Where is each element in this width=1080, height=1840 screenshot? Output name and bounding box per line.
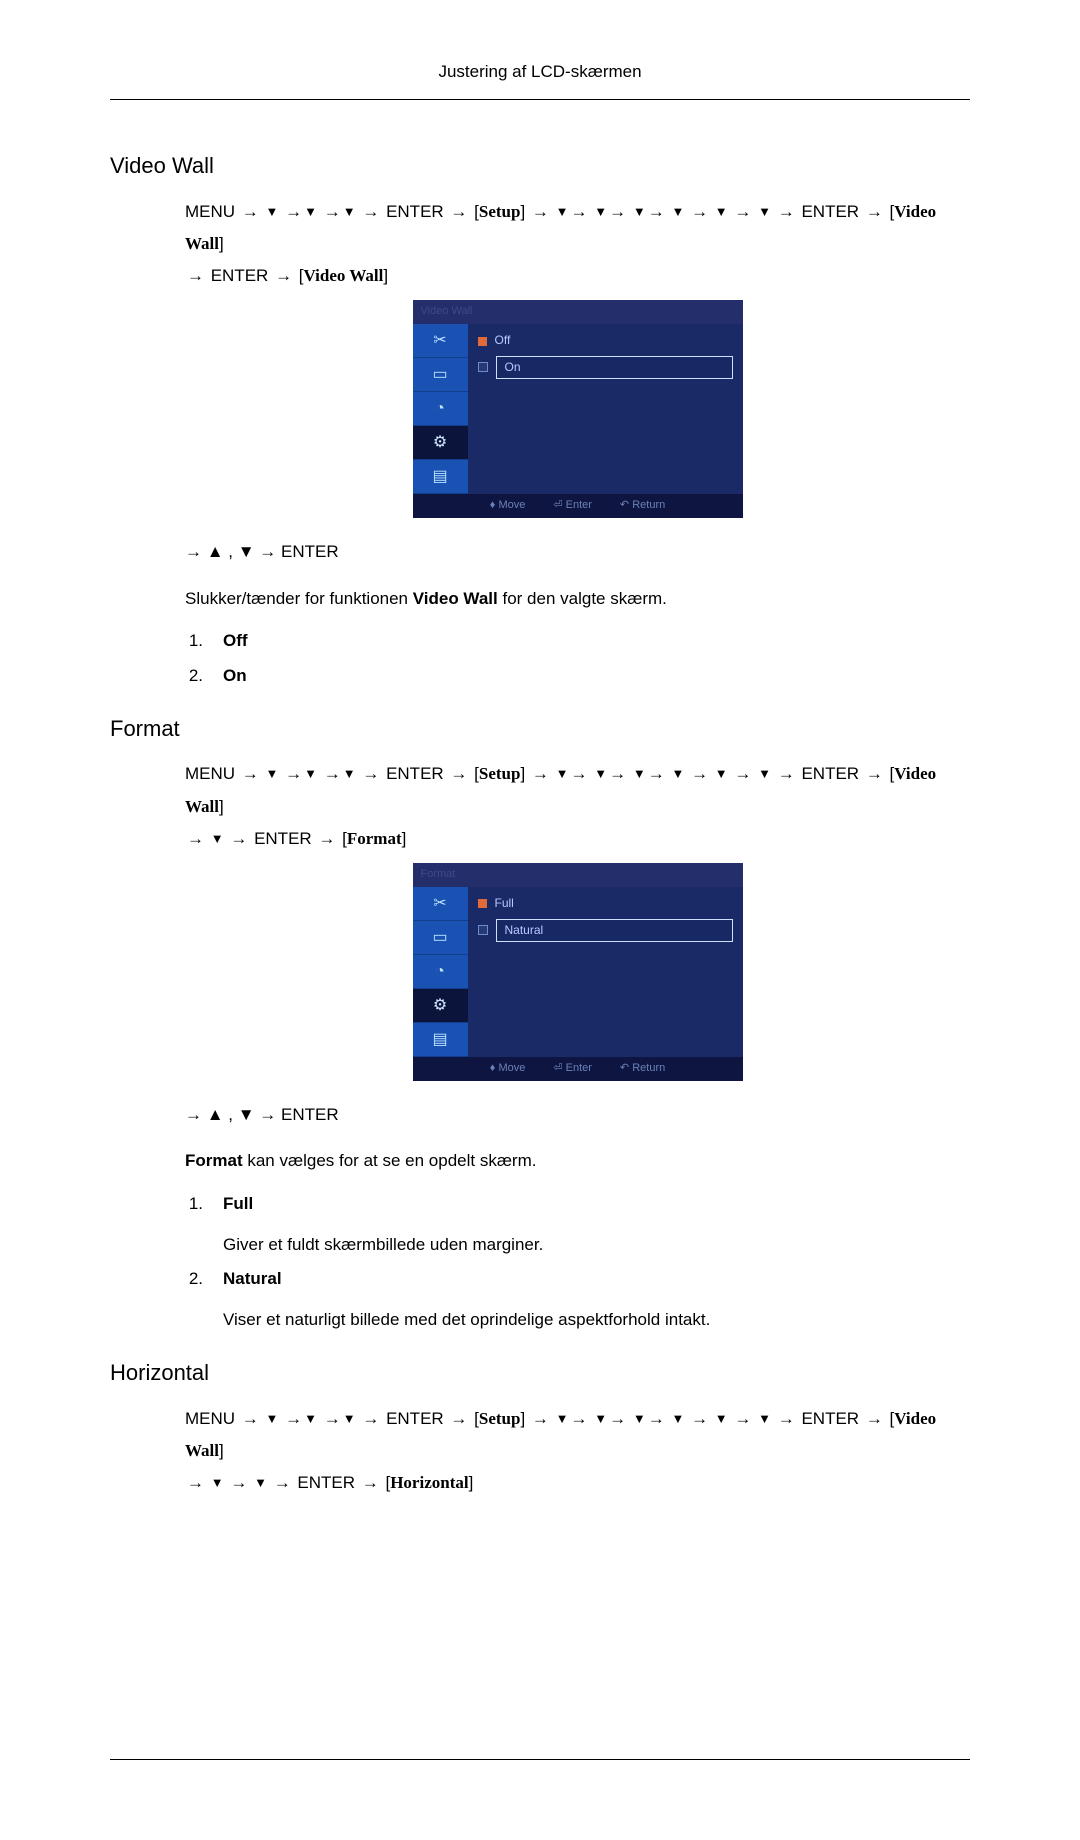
osd-foot-return: ↶ Return [620, 1061, 665, 1077]
nav-path-video-wall: MENU → ▼ →▼ →▼ → ENTER → [Setup] → ▼→ ▼→… [185, 196, 970, 293]
nav-box-video-wall-2: Video Wall [304, 266, 384, 285]
osd-foot-move: ♦ Move [490, 1061, 526, 1077]
osd-title: Video Wall [413, 300, 743, 324]
sidebar-icon-sound: ▭ [413, 358, 468, 392]
osd-foot-move: ♦ Move [490, 498, 526, 514]
footer-rule [110, 1759, 970, 1760]
video-wall-description: Slukker/tænder for funktionen Video Wall… [185, 587, 970, 612]
video-wall-options-list: 1. Off 2. On [185, 629, 970, 688]
post-nav-video-wall: → ▲ , ▼ → ENTER [185, 536, 970, 568]
osd-video-wall: Video Wall ✂ ▭ ◔ ⚙ ▤ Off On ♦ Mov [413, 300, 743, 518]
heading-horizontal: Horizontal [110, 1357, 970, 1389]
sidebar-icon-sound: ▭ [413, 921, 468, 955]
nav-box-horizontal: Horizontal [390, 1473, 468, 1492]
osd-option-label: Off [495, 332, 733, 349]
heading-video-wall: Video Wall [110, 150, 970, 182]
osd-footer-format: ♦ Move ⏎ Enter ↶ Return [413, 1057, 743, 1081]
osd-sidebar: ✂ ▭ ◔ ⚙ ▤ [413, 324, 468, 494]
square-icon [478, 362, 488, 372]
osd-option-box: Natural [496, 919, 733, 942]
nav-path-horizontal: MENU → ▼ →▼ →▼ → ENTER → [Setup] → ▼→ ▼→… [185, 1403, 970, 1500]
osd-option-off[interactable]: Off [478, 332, 733, 349]
osd-title-format: Format [413, 863, 743, 887]
osd-foot-enter: ⏎ Enter [553, 1061, 592, 1077]
format-description: Format kan vælges for at se en opdelt sk… [185, 1149, 970, 1174]
sidebar-icon-setup: ⚙ [413, 426, 468, 460]
osd-option-natural[interactable]: Natural [478, 919, 733, 942]
format-options-list: 1. Full Giver et fuldt skærmbillede uden… [185, 1192, 970, 1333]
sidebar-icon-setup: ⚙ [413, 989, 468, 1023]
osd-option-on[interactable]: On [478, 356, 733, 379]
page-header-title: Justering af LCD-skærmen [438, 62, 641, 81]
radio-icon [478, 899, 487, 908]
sidebar-icon-multi: ▤ [413, 1023, 468, 1057]
square-icon [478, 925, 488, 935]
osd-sidebar-format: ✂ ▭ ◔ ⚙ ▤ [413, 887, 468, 1057]
osd-option-full[interactable]: Full [478, 895, 733, 912]
nav-box-format: Format [347, 829, 402, 848]
heading-format: Format [110, 713, 970, 745]
list-item-full: 1. Full Giver et fuldt skærmbillede uden… [185, 1192, 970, 1257]
sidebar-icon-picture: ✂ [413, 887, 468, 921]
sidebar-icon-multi: ▤ [413, 460, 468, 494]
sidebar-icon-picture: ✂ [413, 324, 468, 358]
osd-footer: ♦ Move ⏎ Enter ↶ Return [413, 494, 743, 518]
nav-box-setup-3: Setup [479, 1409, 521, 1428]
sidebar-icon-time: ◔ [413, 392, 468, 426]
osd-foot-enter: ⏎ Enter [553, 498, 592, 514]
osd-option-label: Full [495, 895, 733, 912]
nav-box-setup-2: Setup [479, 764, 521, 783]
page-header: Justering af LCD-skærmen [110, 60, 970, 100]
radio-icon [478, 337, 487, 346]
osd-format: Format ✂ ▭ ◔ ⚙ ▤ Full Natural ♦ M [413, 863, 743, 1081]
list-item-on: 2. On [185, 664, 970, 689]
sidebar-icon-time: ◔ [413, 955, 468, 989]
nav-path-format: MENU → ▼ →▼ →▼ → ENTER → [Setup] → ▼→ ▼→… [185, 758, 970, 855]
osd-option-box: On [496, 356, 733, 379]
list-item-natural: 2. Natural Viser et naturligt billede me… [185, 1267, 970, 1332]
list-item-off: 1. Off [185, 629, 970, 654]
nav-box-setup: Setup [479, 202, 521, 221]
osd-foot-return: ↶ Return [620, 498, 665, 514]
post-nav-format: → ▲ , ▼ → ENTER [185, 1099, 970, 1131]
